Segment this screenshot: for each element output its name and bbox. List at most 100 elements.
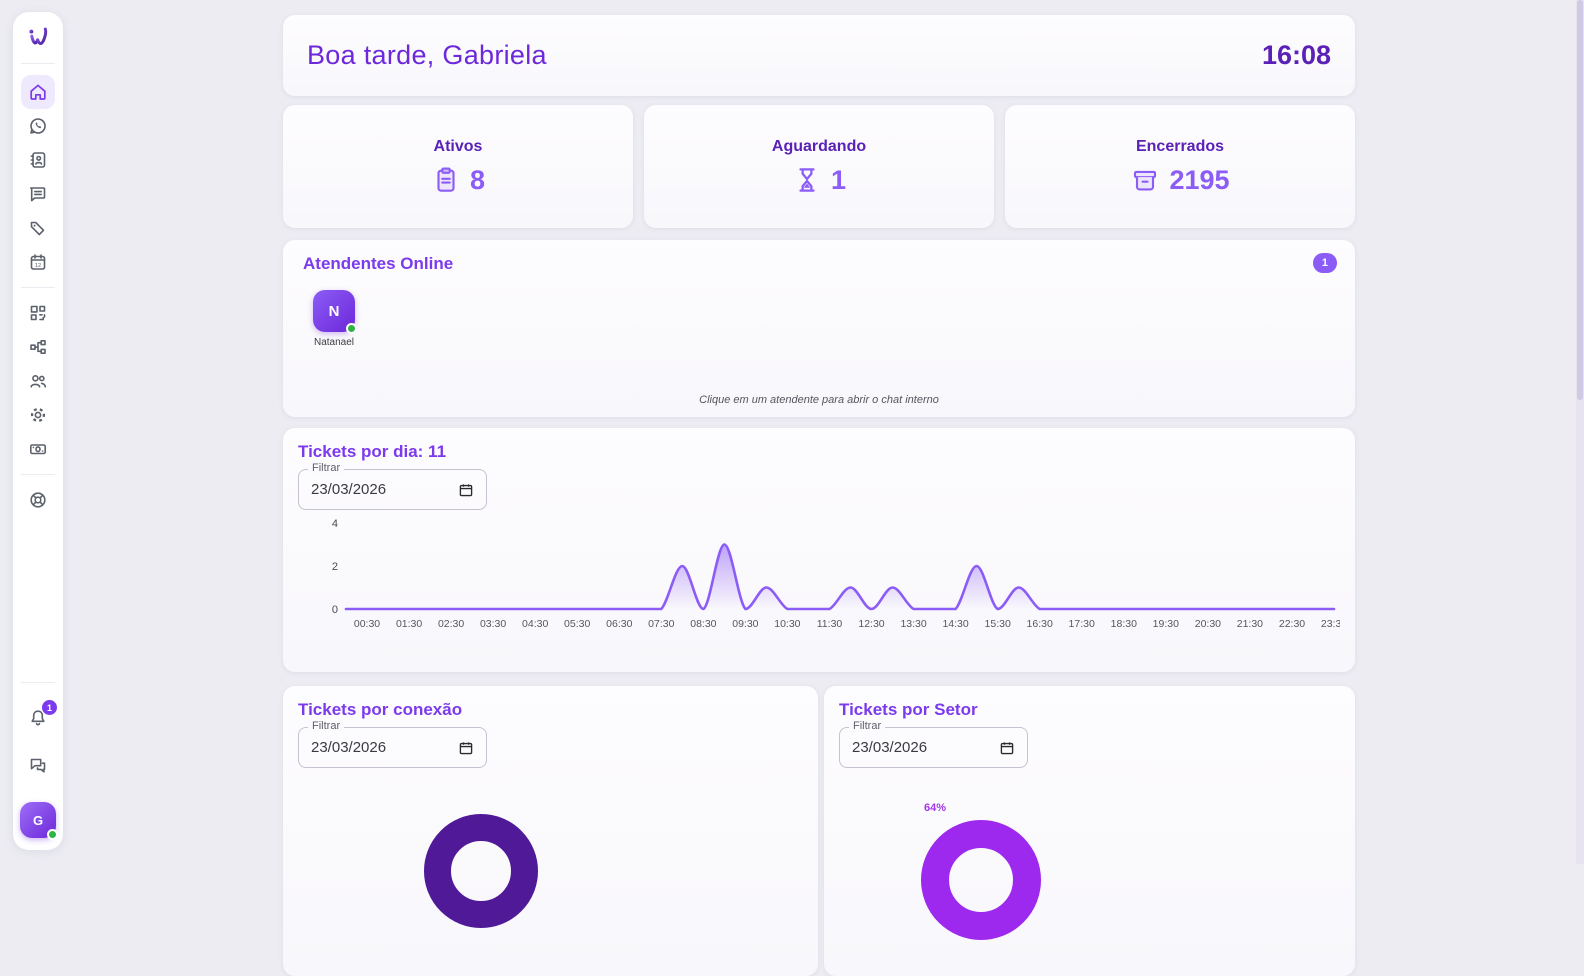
setor-donut-chart[interactable]: [909, 808, 1053, 952]
vertical-scrollbar: [1576, 0, 1584, 864]
agent-natanael[interactable]: N Natanael: [311, 290, 357, 348]
filter-label: Filtrar: [308, 463, 344, 474]
sidebar-item-whatsapp[interactable]: [21, 109, 55, 143]
online-status-dot: [47, 829, 58, 840]
greeting-card: Boa tarde, Gabriela 16:08: [283, 15, 1355, 96]
sidebar-item-chat-messages[interactable]: [21, 177, 55, 211]
home-icon: [28, 82, 48, 102]
sidebar: 12: [13, 12, 63, 850]
stat-card-encerrados[interactable]: Encerrados 2195: [1005, 105, 1355, 228]
stat-value: 8: [470, 165, 485, 196]
svg-text:04:30: 04:30: [522, 618, 548, 630]
flow-icon: [28, 337, 48, 357]
calendar-icon: 12: [28, 252, 48, 272]
svg-text:11:30: 11:30: [817, 618, 843, 630]
stat-card-aguardando[interactable]: Aguardando 1: [644, 105, 994, 228]
logo-w-icon: [23, 22, 53, 52]
sidebar-item-tags[interactable]: [21, 211, 55, 245]
user-avatar[interactable]: G: [20, 802, 56, 838]
svg-text:09:30: 09:30: [732, 618, 758, 630]
app-logo[interactable]: [21, 20, 55, 54]
svg-text:23:30: 23:30: [1321, 618, 1340, 630]
date-filter-conexao[interactable]: Filtrar 23/03/2026: [298, 727, 487, 768]
svg-text:19:30: 19:30: [1153, 618, 1179, 630]
tickets-line-chart[interactable]: 02400:3001:3002:3003:3004:3005:3006:3007…: [298, 516, 1340, 641]
svg-text:01:30: 01:30: [396, 618, 422, 630]
tickets-conexao-title: Tickets por conexão: [298, 700, 803, 720]
filter-label: Filtrar: [849, 721, 885, 732]
svg-text:16:30: 16:30: [1027, 618, 1053, 630]
filter-value: 23/03/2026: [311, 739, 386, 756]
sidebar-item-financial[interactable]: [21, 432, 55, 466]
bottom-cards-row: Tickets por conexão Filtrar 23/03/2026 T…: [283, 686, 1355, 976]
svg-text:0: 0: [332, 604, 338, 616]
svg-text:22:30: 22:30: [1279, 618, 1305, 630]
agent-online-dot: [346, 323, 357, 334]
stat-value: 2195: [1169, 165, 1229, 196]
sidebar-nav: 12: [21, 75, 55, 517]
sidebar-divider: [21, 287, 55, 288]
internal-chat-button[interactable]: [28, 755, 48, 780]
stat-label: Encerrados: [1136, 138, 1224, 156]
svg-text:2: 2: [332, 561, 338, 573]
date-filter-setor[interactable]: Filtrar 23/03/2026: [839, 727, 1028, 768]
atendentes-online-card: Atendentes Online 1 N Natanael Clique em…: [283, 240, 1355, 417]
sidebar-item-flows[interactable]: [21, 330, 55, 364]
lifebuoy-icon: [28, 490, 48, 510]
svg-text:03:30: 03:30: [480, 618, 506, 630]
svg-text:08:30: 08:30: [690, 618, 716, 630]
contacts-icon: [28, 150, 48, 170]
filter-value: 23/03/2026: [852, 739, 927, 756]
stat-label: Ativos: [434, 138, 483, 156]
chat-icon: [28, 184, 48, 204]
whatsapp-icon: [28, 116, 48, 136]
tickets-dia-title: Tickets por dia: 11: [298, 442, 1340, 462]
notification-badge: 1: [42, 700, 57, 715]
stat-card-ativos[interactable]: Ativos 8: [283, 105, 633, 228]
svg-text:06:30: 06:30: [606, 618, 632, 630]
sidebar-divider: [21, 682, 55, 683]
page-title: Boa tarde, Gabriela: [307, 40, 547, 71]
sidebar-item-schedule[interactable]: 12: [21, 245, 55, 279]
stat-value: 1: [831, 165, 846, 196]
user-avatar-initial: G: [33, 813, 43, 828]
notifications-button[interactable]: 1: [28, 708, 48, 733]
conexao-donut-chart[interactable]: [414, 804, 548, 938]
gear-icon: [28, 405, 48, 425]
filter-value: 23/03/2026: [311, 481, 386, 498]
svg-text:07:30: 07:30: [648, 618, 674, 630]
svg-text:12:30: 12:30: [858, 618, 884, 630]
sidebar-item-settings[interactable]: [21, 398, 55, 432]
filter-label: Filtrar: [308, 721, 344, 732]
atendentes-title: Atendentes Online: [303, 254, 1335, 274]
sidebar-item-users[interactable]: [21, 364, 55, 398]
calendar-picker-icon[interactable]: [999, 740, 1015, 756]
svg-text:10:30: 10:30: [774, 618, 800, 630]
svg-text:13:30: 13:30: [900, 618, 926, 630]
stat-label: Aguardando: [772, 138, 866, 156]
clipboard-icon: [431, 165, 461, 195]
calendar-picker-icon[interactable]: [458, 740, 474, 756]
hourglass-icon: [792, 165, 822, 195]
tickets-por-dia-card: Tickets por dia: 11 Filtrar 23/03/2026 0…: [283, 428, 1355, 672]
sidebar-item-help[interactable]: [21, 483, 55, 517]
tickets-por-conexao-card: Tickets por conexão Filtrar 23/03/2026: [283, 686, 818, 976]
stats-row: Ativos 8 Aguardando 1: [283, 105, 1355, 228]
sidebar-item-quick-codes[interactable]: [21, 296, 55, 330]
qr-code-icon: [28, 303, 48, 323]
sidebar-item-contacts[interactable]: [21, 143, 55, 177]
sidebar-item-home[interactable]: [21, 75, 55, 109]
svg-text:21:30: 21:30: [1237, 618, 1263, 630]
calendar-picker-icon[interactable]: [458, 482, 474, 498]
svg-text:4: 4: [332, 518, 338, 530]
main-content: Boa tarde, Gabriela 16:08 Ativos 8 Aguar…: [283, 0, 1355, 976]
svg-text:18:30: 18:30: [1111, 618, 1137, 630]
svg-text:17:30: 17:30: [1069, 618, 1095, 630]
sidebar-divider: [21, 474, 55, 475]
clock: 16:08: [1262, 40, 1331, 71]
svg-text:05:30: 05:30: [564, 618, 590, 630]
scrollbar-thumb[interactable]: [1577, 0, 1583, 400]
archive-icon: [1130, 165, 1160, 195]
date-filter-dia[interactable]: Filtrar 23/03/2026: [298, 469, 487, 510]
svg-text:15:30: 15:30: [985, 618, 1011, 630]
